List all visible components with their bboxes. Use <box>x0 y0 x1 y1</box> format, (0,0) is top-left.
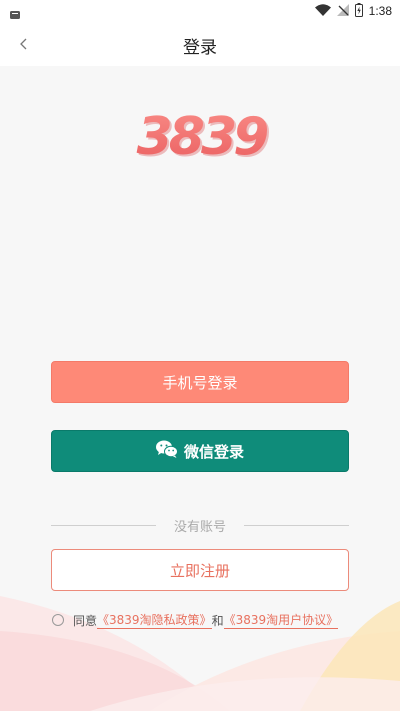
agree-prefix: 同意 <box>73 613 98 628</box>
nav-bar: 登录 <box>0 22 400 66</box>
privacy-policy-link[interactable]: 《3839淘隐私政策》 <box>97 611 212 629</box>
notification-icon <box>10 5 20 19</box>
status-icons: 1:38 <box>314 2 392 20</box>
decorative-waves <box>0 596 400 711</box>
divider-line-right <box>244 524 350 526</box>
agree-checkbox[interactable] <box>52 614 64 626</box>
phone-login-label: 手机号登录 <box>162 373 238 392</box>
status-time: 1:38 <box>368 4 392 18</box>
wifi-icon <box>314 3 331 19</box>
page-title: 登录 <box>183 38 217 58</box>
divider-line-left <box>51 524 156 526</box>
register-label: 立即注册 <box>169 561 230 580</box>
login-screen: 1:38 登录 3839 3839 手机号登录 微信登录 没有账号 立即注册 同… <box>0 0 400 711</box>
battery-icon <box>354 2 363 20</box>
agree-conjunction: 和 <box>211 613 224 628</box>
wechat-icon <box>155 440 178 462</box>
no-account-divider: 没有账号 <box>51 515 350 535</box>
register-button[interactable]: 立即注册 <box>51 549 349 591</box>
status-bar: 1:38 <box>0 0 400 22</box>
user-agreement-link[interactable]: 《3839淘用户协议》 <box>223 611 339 629</box>
wechat-login-label: 微信登录 <box>183 442 244 461</box>
wechat-login-button[interactable]: 微信登录 <box>51 430 349 472</box>
app-logo: 3839 3839 <box>130 104 274 169</box>
agreement-row: 同意 《3839淘隐私政策》 和 《3839淘用户协议》 <box>52 610 339 630</box>
no-account-text: 没有账号 <box>174 519 227 535</box>
logo-text: 3839 <box>137 107 268 164</box>
phone-login-button[interactable]: 手机号登录 <box>51 361 349 403</box>
no-signal-icon <box>336 3 349 19</box>
